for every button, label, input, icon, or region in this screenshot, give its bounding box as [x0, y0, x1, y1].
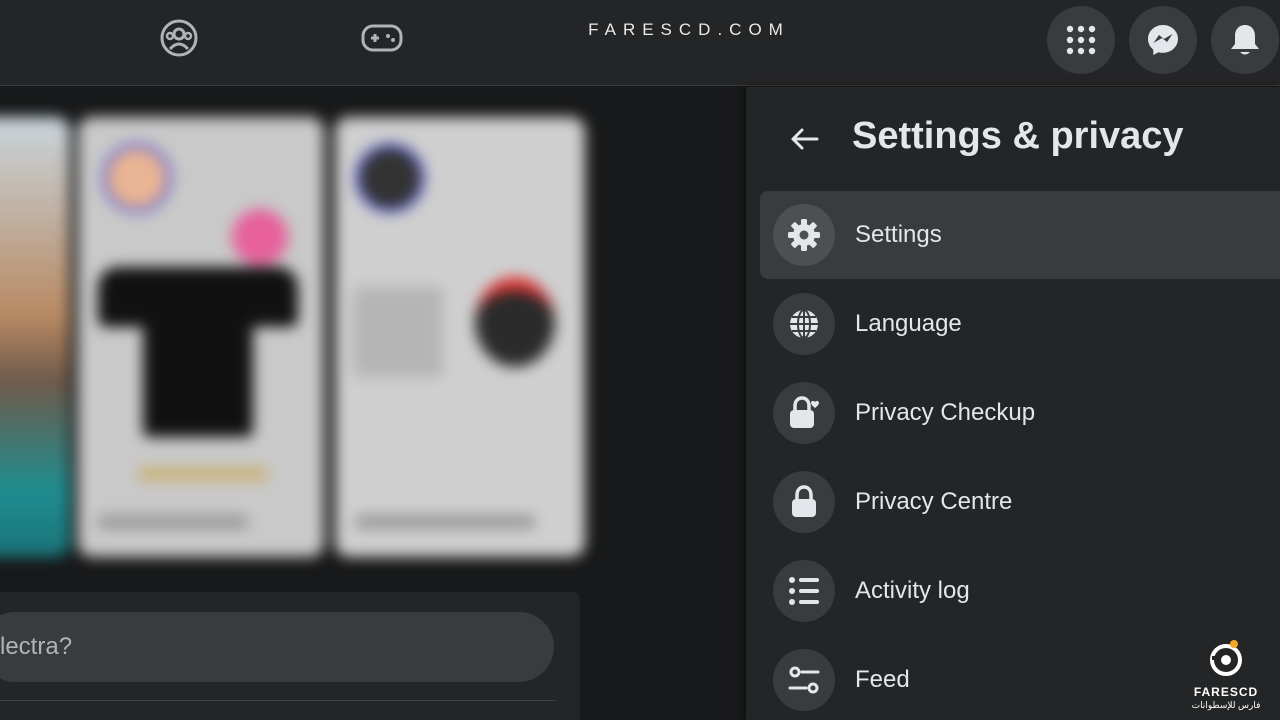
story-image	[353, 287, 443, 377]
notifications-button[interactable]	[1211, 6, 1279, 74]
menu-item-label: Feed	[855, 666, 910, 693]
story-caption	[355, 515, 535, 529]
top-navigation-bar: FARESCD.COM	[0, 0, 1280, 86]
sliders-icon	[773, 649, 835, 711]
menu-item-label: Privacy Centre	[855, 488, 1013, 515]
story-card[interactable]	[78, 117, 324, 557]
whats-on-your-mind-input[interactable]: lectra?	[0, 612, 554, 682]
menu-grid-button[interactable]	[1047, 6, 1115, 74]
menu-item-label: Activity log	[855, 577, 970, 604]
story-badge	[232, 209, 288, 265]
avatar	[102, 143, 172, 213]
lock-heart-icon	[773, 382, 835, 444]
menu-item-activity-log[interactable]: Activity log	[760, 547, 1280, 635]
avatar	[355, 143, 425, 213]
story-card[interactable]	[335, 117, 585, 557]
menu-item-label: Language	[855, 310, 962, 337]
logo-subtitle: فارس للإسطوانات	[1191, 700, 1261, 710]
notifications-icon	[1231, 25, 1259, 55]
news-feed: lectra?	[0, 87, 746, 720]
farescd-logo: FARESCD فارس للإسطوانات	[1184, 638, 1268, 718]
story-image	[475, 277, 555, 367]
gear-icon	[773, 204, 835, 266]
menu-item-privacy-checkup[interactable]: Privacy Checkup	[760, 369, 1280, 457]
menu-item-language[interactable]: Language	[760, 280, 1280, 368]
stories-tray	[0, 117, 600, 557]
messenger-icon	[1148, 25, 1178, 55]
story-card[interactable]	[0, 117, 70, 557]
list-icon	[773, 560, 835, 622]
panel-title: Settings & privacy	[852, 115, 1184, 157]
menu-item-label: Privacy Checkup	[855, 399, 1036, 426]
logo-brand: FARESCD	[1193, 685, 1259, 699]
messenger-button[interactable]	[1129, 6, 1197, 74]
story-caption	[98, 515, 248, 529]
back-button[interactable]	[782, 117, 826, 161]
menu-item-label: Settings	[855, 221, 942, 248]
globe-icon	[773, 293, 835, 355]
story-text	[138, 467, 268, 481]
menu-item-settings[interactable]: Settings	[760, 191, 1280, 279]
menu-grid-icon	[1066, 25, 1096, 55]
post-composer: lectra?	[0, 592, 580, 720]
story-image	[98, 247, 298, 437]
menu-item-privacy-centre[interactable]: Privacy Centre	[760, 458, 1280, 546]
divider	[0, 700, 556, 701]
lock-icon	[773, 471, 835, 533]
settings-privacy-panel: Settings & privacy Settings Language Pri…	[746, 87, 1280, 720]
farescd-logo-icon	[1210, 640, 1242, 676]
arrow-left-icon	[791, 128, 819, 150]
composer-placeholder: lectra?	[0, 633, 73, 660]
